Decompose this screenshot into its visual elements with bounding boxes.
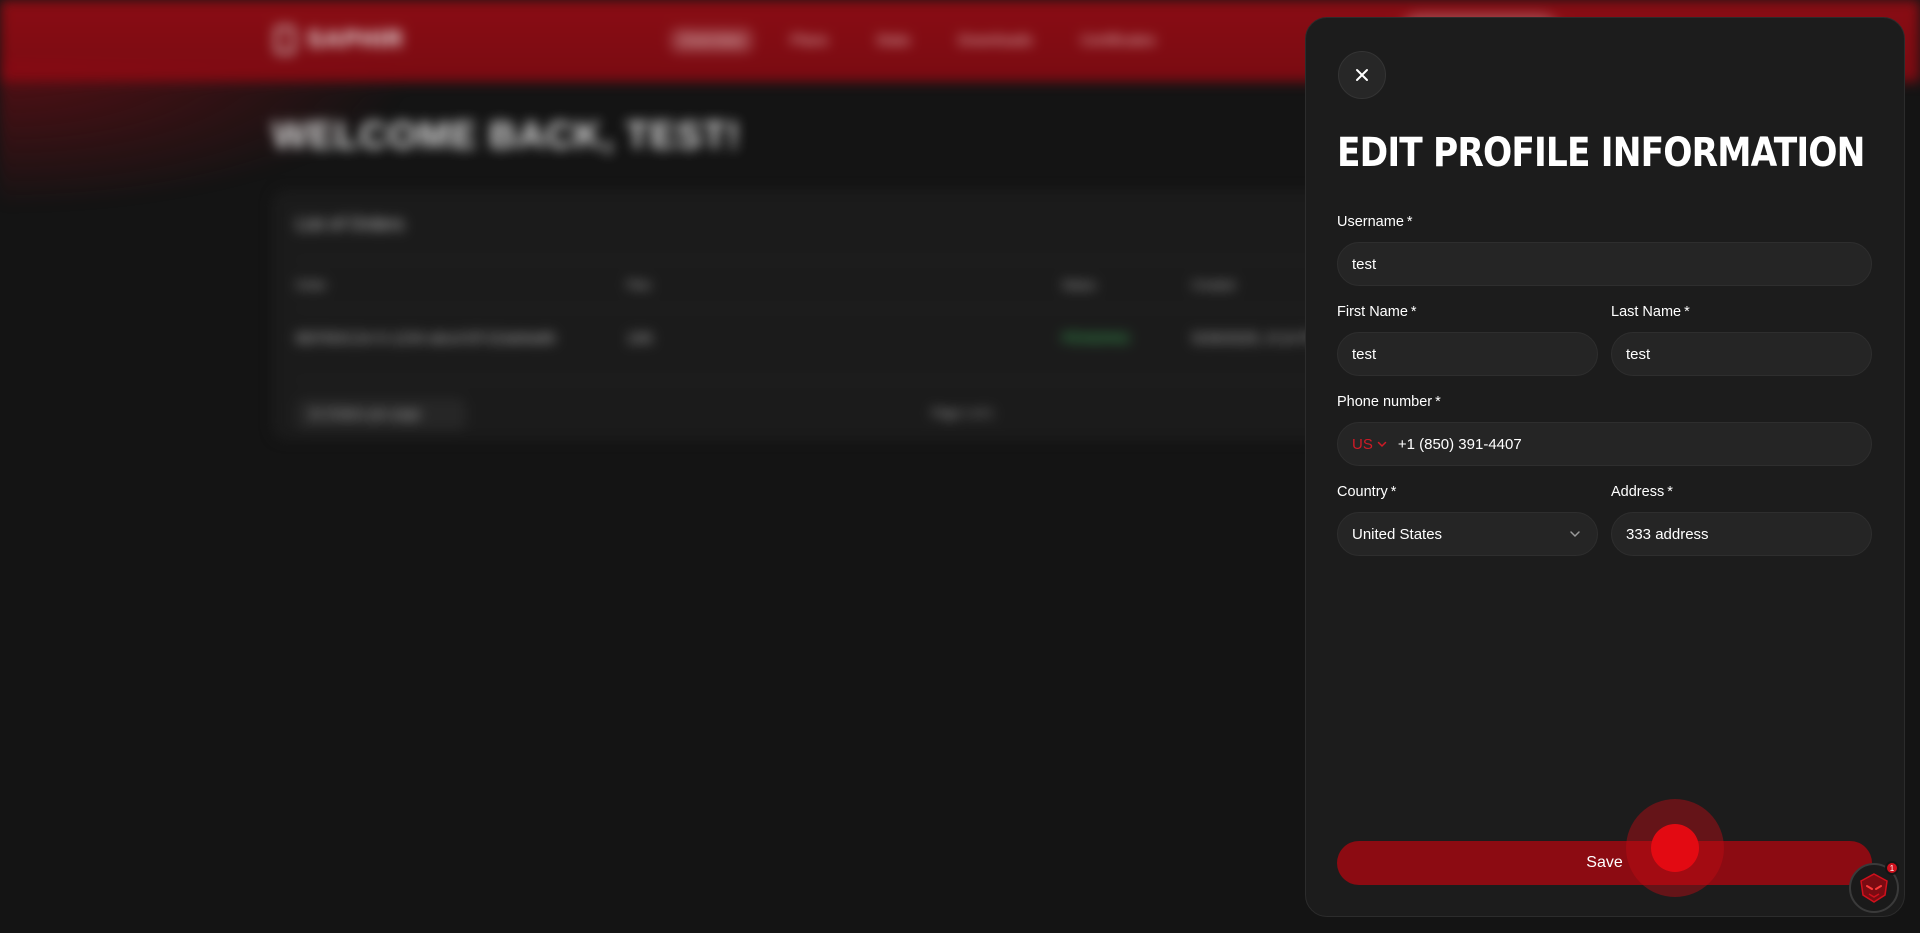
country-select-value: United States [1352,525,1443,543]
address-label: Address * [1611,484,1872,502]
nav-item-downloads[interactable]: Downloads [948,28,1042,53]
pager-label: 10 Orders per page [308,406,421,421]
pager-select[interactable]: 10 Orders per page [296,398,466,430]
username-label: Username * [1337,214,1872,232]
required-marker: * [1684,304,1690,320]
address-label-text: Address [1611,484,1665,500]
chevron-down-icon [1377,441,1387,448]
first-name-label-text: First Name [1337,304,1408,320]
divider [296,380,1368,381]
logo-icon [275,26,295,54]
required-marker: * [1406,214,1413,230]
country-label-text: Country [1337,484,1388,500]
chevron-down-icon [1567,526,1583,542]
table-header-status: Status [1062,278,1097,292]
username-field: Username * [1337,214,1872,286]
required-marker: * [1667,484,1673,500]
save-button[interactable]: Save [1337,841,1872,885]
country-select[interactable]: United States [1337,512,1598,556]
phone-input[interactable] [1397,435,1857,453]
brand-name: SAPHIR [307,26,404,53]
last-name-label: Last Name * [1611,304,1872,322]
first-name-field: First Name * [1337,304,1598,376]
last-name-field: Last Name * [1611,304,1872,376]
close-button[interactable] [1338,51,1386,99]
nav-item-certificates[interactable]: Certificates [1070,28,1165,53]
page-title: WELCOME BACK, TEST! [272,115,741,157]
country-code-value: US [1352,435,1373,453]
brand-logo: SAPHIR [275,26,404,54]
table-cell-plan: 10K [627,330,654,347]
nav-item-stats[interactable]: Stats [866,28,920,53]
nav-item-plans[interactable]: Plans [781,28,839,53]
notification-badge: 1 [1885,861,1899,875]
username-input-box[interactable] [1337,242,1872,286]
address-input[interactable] [1626,525,1857,543]
panel-title: EDIT PROFILE INFORMATION [1337,130,1865,176]
required-marker: * [1390,484,1397,500]
nav-item-overview[interactable]: Overview [670,28,753,53]
last-name-input[interactable] [1626,345,1857,363]
status-badge: PENDING [1062,330,1131,347]
first-name-input-box[interactable] [1337,332,1598,376]
top-nav: Overview Plans Stats Downloads Certifica… [670,28,1165,53]
country-code-select[interactable]: US [1352,436,1388,453]
required-marker: * [1410,304,1417,320]
divider [296,260,1368,261]
table-header-plan: Plan [627,278,652,292]
phone-input-box[interactable]: US [1337,422,1872,466]
phone-label-text: Phone number [1337,394,1433,410]
table-header-order: Order [296,278,327,292]
address-field: Address * [1611,484,1872,556]
last-name-label-text: Last Name [1611,304,1682,320]
close-icon [1356,69,1368,81]
username-label-text: Username [1337,214,1404,230]
edit-profile-panel: EDIT PROFILE INFORMATION Username* First… [1305,17,1905,917]
mascot-icon [1860,873,1888,903]
click-indicator-dot [1651,824,1699,872]
first-name-input[interactable] [1352,345,1583,363]
orders-card-title: List of Orders [296,214,405,234]
divider [296,308,1368,309]
phone-label: Phone number * [1337,394,1872,412]
phone-field: Phone number * US [1337,394,1872,466]
first-name-label: First Name * [1337,304,1598,322]
table-header-created: Created [1192,278,1235,292]
last-name-input-box[interactable] [1611,332,1872,376]
table-cell-order[interactable]: BEFB3C2A-5-1234-abcd-EF1Dab6a86 [296,330,555,347]
required-marker: * [1435,394,1441,410]
country-field: Country * United States [1337,484,1598,556]
table-cell-created: 5/26/2025, 9:14 PM [1192,330,1323,347]
pager-info: Page 1 of 1 [932,406,994,420]
orders-card: List of Orders Order Plan Status Created… [272,190,1392,440]
username-input[interactable] [1352,255,1857,273]
address-input-box[interactable] [1611,512,1872,556]
country-label: Country * [1337,484,1598,502]
